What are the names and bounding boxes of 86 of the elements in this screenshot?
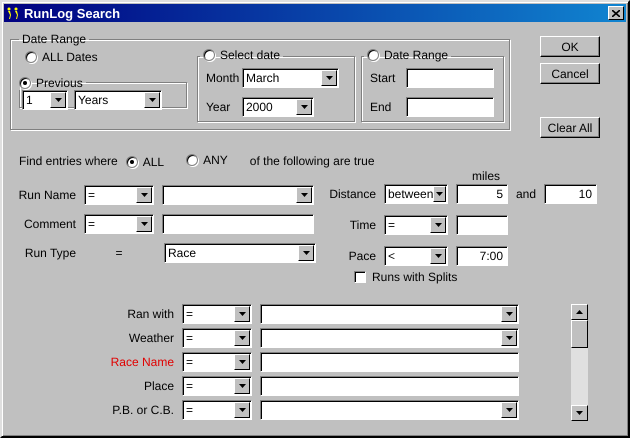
- caret-icon: [434, 254, 442, 258]
- dialog-button[interactable]: OK: [540, 36, 600, 57]
- input-field[interactable]: [456, 214, 508, 234]
- input-field[interactable]: [406, 68, 494, 88]
- up-arrow-icon: [576, 310, 583, 314]
- dropdown[interactable]: March: [242, 68, 339, 88]
- caret-icon: [54, 98, 62, 102]
- caret-icon: [140, 222, 148, 226]
- match-label: of the following are true: [250, 154, 375, 168]
- close-icon: [612, 10, 620, 16]
- caret-icon: [576, 411, 583, 415]
- select-date-radio[interactable]: Select date: [203, 48, 280, 62]
- operator-dropdown[interactable]: =: [84, 184, 154, 204]
- operator-dropdown[interactable]: =: [182, 376, 252, 396]
- caret-icon: [238, 384, 246, 388]
- operator-dropdown[interactable]: =: [182, 352, 252, 372]
- group-label: Date Range: [21, 32, 88, 46]
- date-range-radio[interactable]: Date Range: [367, 48, 448, 62]
- operator-dropdown[interactable]: between: [384, 184, 448, 204]
- operator-dropdown[interactable]: =: [384, 214, 448, 234]
- input-field[interactable]: 5: [456, 184, 508, 204]
- dropdown[interactable]: 1: [22, 90, 68, 110]
- caret-icon: [140, 192, 148, 196]
- field-label: Ran with: [126, 307, 174, 321]
- operator-label: =: [114, 246, 124, 260]
- caret-icon: [506, 336, 512, 340]
- input-field[interactable]: [260, 376, 519, 396]
- field-label: End: [370, 100, 392, 114]
- input-field[interactable]: 7:00: [456, 246, 508, 266]
- criteria-label: Distance: [328, 186, 376, 200]
- operator-dropdown[interactable]: =: [84, 214, 154, 234]
- caret-icon: [300, 105, 308, 109]
- splits-checkbox[interactable]: Runs with Splits: [354, 270, 598, 284]
- criteria-label: Run Type: [24, 246, 76, 260]
- runners-icon: [6, 7, 20, 19]
- caret-icon: [238, 360, 246, 364]
- scrollbar-thumb[interactable]: [571, 320, 588, 348]
- caret-icon: [506, 408, 512, 412]
- operator-dropdown[interactable]: =: [182, 328, 252, 348]
- criteria-label: Run Name: [18, 188, 76, 202]
- dialog-button[interactable]: Cancel: [540, 63, 600, 84]
- scrollbar[interactable]: [571, 304, 588, 421]
- caret-icon: [436, 192, 444, 196]
- input-field[interactable]: [260, 352, 519, 372]
- value-dropdown[interactable]: [260, 304, 519, 324]
- previous-radio[interactable]: Previous: [19, 76, 83, 90]
- operator-dropdown[interactable]: =: [182, 304, 252, 324]
- field-label: Place: [142, 379, 174, 393]
- dropdown[interactable]: Years: [74, 90, 162, 110]
- match-radio[interactable]: ALL: [126, 155, 164, 169]
- caret-icon: [300, 192, 308, 196]
- operator-dropdown[interactable]: <: [384, 246, 448, 266]
- match-label: Find entries where: [19, 154, 118, 168]
- input-field[interactable]: [162, 214, 314, 234]
- and-label: and: [516, 186, 536, 200]
- dropdown[interactable]: 2000: [242, 97, 314, 117]
- input-field[interactable]: [406, 97, 494, 117]
- field-label: Start: [370, 71, 396, 85]
- caret-icon: [148, 98, 156, 102]
- caret-icon: [434, 222, 442, 226]
- caret-icon: [326, 76, 332, 80]
- criteria-label: Comment: [22, 216, 76, 230]
- window-title: RunLog Search: [24, 6, 122, 20]
- match-radio[interactable]: ANY: [186, 153, 228, 167]
- field-label: P.B. or C.B.: [111, 403, 174, 417]
- field-label: Weather: [128, 331, 174, 345]
- value-dropdown[interactable]: [162, 184, 314, 204]
- close-button[interactable]: [608, 6, 624, 20]
- value-dropdown[interactable]: [260, 400, 519, 420]
- operator-dropdown[interactable]: =: [182, 400, 252, 420]
- units-label: miles: [472, 169, 502, 183]
- field-label: Race Name: [110, 355, 174, 369]
- value-dropdown[interactable]: [260, 328, 519, 348]
- all-dates-radio[interactable]: ALL Dates: [25, 50, 98, 64]
- caret-icon: [506, 312, 512, 316]
- dialog-button[interactable]: Clear All: [540, 117, 600, 138]
- caret-icon: [238, 408, 246, 412]
- caret-icon: [238, 336, 246, 340]
- value-dropdown[interactable]: Race: [164, 242, 316, 262]
- field-label: Month: [206, 71, 236, 85]
- criteria-label: Pace: [348, 248, 376, 262]
- field-label: Year: [206, 100, 232, 114]
- caret-icon: [302, 250, 310, 254]
- input-field[interactable]: 10: [544, 184, 598, 204]
- caret-icon: [238, 312, 246, 316]
- criteria-label: Time: [348, 218, 376, 232]
